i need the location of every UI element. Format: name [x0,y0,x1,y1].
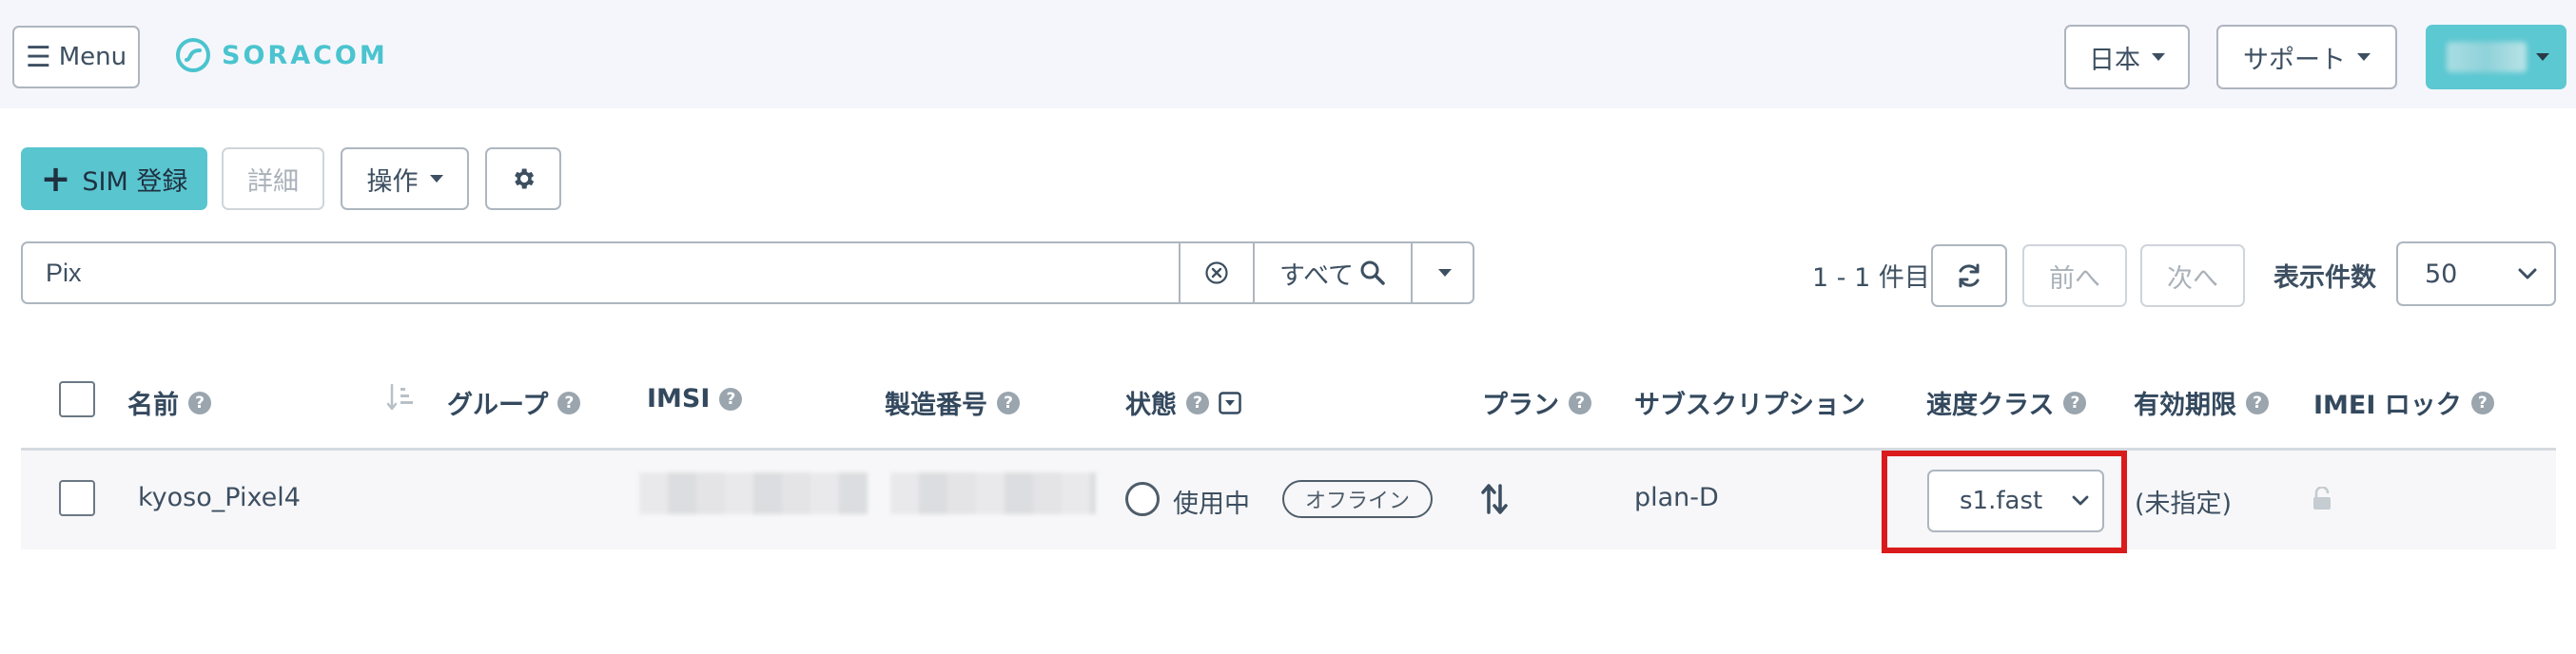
chevron-down-icon [2518,268,2537,279]
column-subscription-label: サブスクリプション [1634,391,1865,420]
plus-icon: + [40,158,71,200]
prev-page-button[interactable]: 前へ [2022,244,2127,307]
search-bar: すべて [21,241,1474,304]
result-range: 1 - 1 件目 [1812,263,1930,293]
prev-page-label: 前へ [2049,263,2100,294]
hamburger-icon: ☰ [25,40,51,74]
column-expiry-label: 有効期限 [2134,391,2236,420]
help-icon[interactable]: ? [1186,391,1209,414]
register-sim-button[interactable]: + SIM 登録 [21,147,207,210]
brand-name: SORACOM [222,40,388,70]
clear-circle-icon [1205,261,1228,284]
caret-down-icon [2357,53,2371,61]
column-header-status[interactable]: 状態 ? [1125,384,1241,421]
column-header-group[interactable]: グループ ? [447,384,581,421]
per-page-value: 50 [2425,259,2458,289]
gear-icon [515,168,535,189]
column-header-imei-lock[interactable]: IMEI ロック ? [2313,384,2494,421]
register-sim-label: SIM 登録 [82,166,188,197]
help-icon[interactable]: ? [2470,391,2494,414]
operations-label: 操作 [366,166,419,197]
help-icon[interactable]: ? [2063,391,2087,414]
caret-down-icon [2152,53,2165,61]
search-scope-button[interactable]: すべて [1253,243,1411,302]
column-serial-label: 製造番号 [885,391,987,420]
redacted-serial [890,472,1096,514]
sort-icon[interactable] [386,383,417,412]
search-icon [1360,260,1385,285]
select-all-checkbox[interactable] [59,381,95,417]
column-header-serial[interactable]: 製造番号 ? [885,384,1020,421]
row-select-checkbox[interactable] [59,480,95,516]
column-header-subscription[interactable]: サブスクリプション [1634,384,1865,421]
column-header-speed-class[interactable]: 速度クラス ? [1926,384,2087,421]
clear-search-button[interactable] [1179,243,1253,302]
help-icon[interactable]: ? [997,391,1020,414]
column-group-label: グループ [447,391,549,420]
next-page-button[interactable]: 次へ [2140,244,2245,307]
filter-dropdown-icon[interactable] [1219,391,1241,414]
sim-name[interactable]: kyoso_Pixel4 [138,483,301,512]
next-page-label: 次へ [2167,263,2218,294]
menu-label: Menu [58,43,127,71]
details-label: 詳細 [247,166,299,197]
column-header-expiry[interactable]: 有効期限 ? [2134,384,2269,421]
column-plan-label: プラン [1482,391,1559,420]
column-imei-lock-label: IMEI ロック [2313,391,2462,420]
status-radio[interactable] [1125,482,1160,516]
column-header-name[interactable]: 名前 ? [127,384,211,421]
swap-arrows-icon[interactable] [1479,482,1510,516]
language-label: 日本 [2089,45,2140,75]
redacted-username [2447,42,2527,72]
help-icon[interactable]: ? [1569,391,1591,414]
operations-dropdown[interactable]: 操作 [341,147,469,210]
refresh-icon [1959,263,1980,288]
support-label: サポート [2243,45,2346,75]
caret-down-icon [429,175,443,183]
expiry-value: (未指定) [2135,490,2233,519]
redacted-imsi [639,472,868,514]
help-icon[interactable]: ? [719,387,743,411]
column-header-imsi[interactable]: IMSI ? [647,384,743,414]
soracom-logo[interactable]: SORACOM [174,36,388,74]
highlight-box [1882,451,2127,553]
column-speed-class-label: 速度クラス [1926,391,2055,420]
help-icon[interactable]: ? [557,391,581,414]
help-icon[interactable]: ? [2246,391,2269,414]
search-input[interactable] [23,243,1179,302]
per-page-label: 表示件数 [2274,263,2376,293]
status-text: 使用中 [1173,490,1250,519]
per-page-select[interactable]: 50 [2396,241,2556,306]
details-button[interactable]: 詳細 [222,147,324,210]
column-imsi-label: IMSI [647,384,711,414]
subscription-value: plan-D [1634,483,1719,512]
help-icon[interactable]: ? [188,391,211,414]
menu-button[interactable]: ☰ Menu [12,26,140,88]
caret-down-icon [1437,269,1452,277]
user-account-dropdown[interactable] [2426,25,2566,89]
column-status-label: 状態 [1125,391,1177,420]
refresh-button[interactable] [1931,244,2007,307]
language-dropdown[interactable]: 日本 [2064,25,2190,89]
support-dropdown[interactable]: サポート [2216,25,2397,89]
connection-status-badge: オフライン [1282,480,1433,518]
column-name-label: 名前 [127,391,179,420]
column-header-plan[interactable]: プラン ? [1482,384,1591,421]
search-scope-label: すべて [1278,260,1355,291]
caret-down-icon [2536,53,2549,61]
search-options-dropdown[interactable] [1411,243,1473,302]
soracom-logo-icon [176,38,210,72]
settings-button[interactable] [485,147,561,210]
unlock-icon[interactable] [2312,487,2332,511]
